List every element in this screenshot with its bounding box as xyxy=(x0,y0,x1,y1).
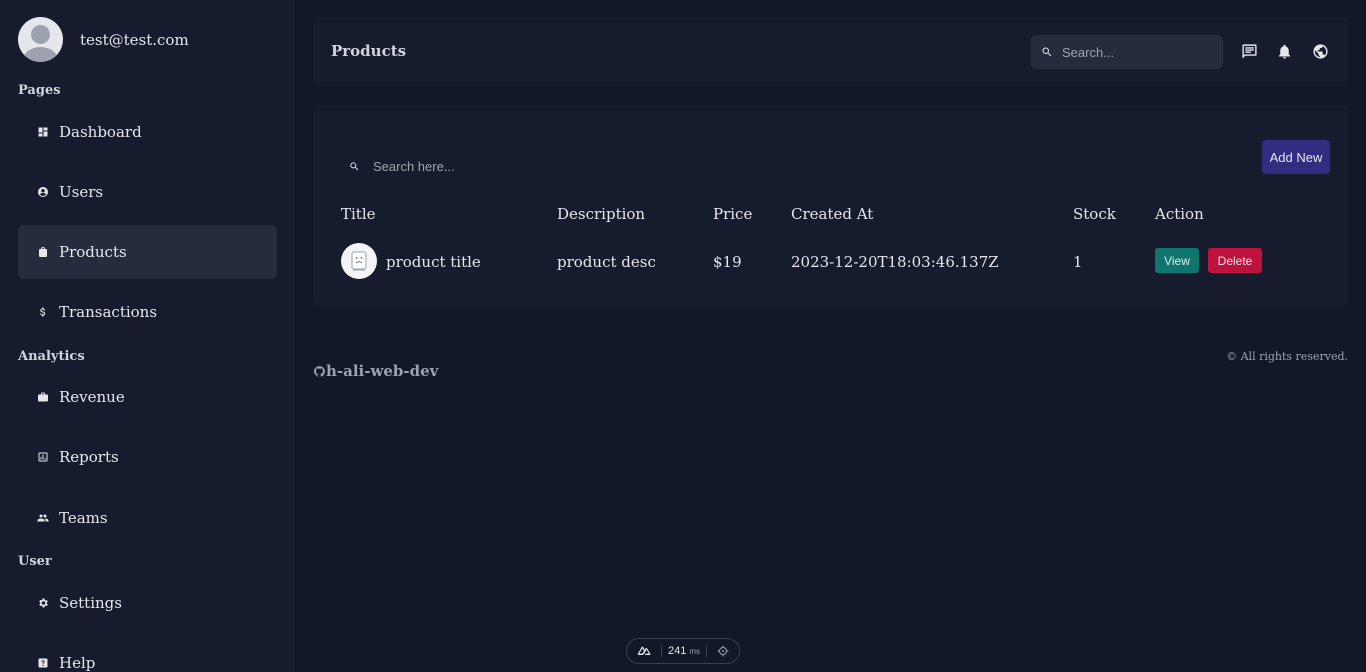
user-email: test@test.com xyxy=(80,30,189,49)
user-icon xyxy=(37,186,49,198)
sidebar-item-label: Dashboard xyxy=(59,123,142,141)
dev-toolbar[interactable]: 241 ms xyxy=(626,638,740,664)
products-card: Add New Title Description Price Created … xyxy=(313,105,1348,306)
view-button[interactable]: View xyxy=(1155,248,1199,273)
sidebar-item-label: Transactions xyxy=(59,303,158,321)
section-title-pages: Pages xyxy=(18,83,61,98)
product-title: product title xyxy=(386,253,481,271)
column-header-created-at: Created At xyxy=(791,205,874,223)
gear-icon xyxy=(37,597,49,609)
search-icon xyxy=(350,161,359,170)
sidebar-item-transactions[interactable]: Transactions xyxy=(18,285,277,339)
sidebar-item-label: Products xyxy=(59,243,127,261)
sidebar-item-label: Help xyxy=(59,654,96,672)
dashboard-icon xyxy=(37,126,49,138)
product-stock: 1 xyxy=(1073,253,1083,271)
sidebar-item-teams[interactable]: Teams xyxy=(18,491,277,545)
render-time: 241 ms xyxy=(662,639,706,663)
avatar xyxy=(18,17,63,62)
product-image xyxy=(341,243,377,279)
user-profile[interactable]: test@test.com xyxy=(18,17,189,62)
briefcase-icon xyxy=(37,391,49,403)
column-header-description: Description xyxy=(557,205,646,223)
add-new-button[interactable]: Add New xyxy=(1262,140,1330,174)
sidebar-item-label: Users xyxy=(59,183,104,201)
sidebar-item-label: Teams xyxy=(59,509,108,527)
group-icon xyxy=(37,512,49,524)
top-header: Products xyxy=(313,17,1348,86)
footer-brand-label: h-ali-web-dev xyxy=(326,362,439,380)
sidebar-item-label: Revenue xyxy=(59,388,125,406)
sidebar-item-label: Reports xyxy=(59,448,119,466)
chart-icon xyxy=(37,451,49,463)
inspect-icon[interactable] xyxy=(707,639,739,663)
shopping-bag-icon xyxy=(37,246,49,258)
nuxt-logo-icon[interactable] xyxy=(627,639,661,663)
globe-icon[interactable] xyxy=(1312,43,1329,60)
column-header-title: Title xyxy=(341,205,376,223)
sidebar-item-products[interactable]: Products xyxy=(18,225,277,279)
product-description: product desc xyxy=(557,253,656,271)
help-icon xyxy=(37,657,49,669)
sidebar-item-reports[interactable]: Reports xyxy=(18,430,277,484)
header-search[interactable] xyxy=(1031,35,1223,69)
render-time-value: 241 xyxy=(667,645,687,657)
column-header-action: Action xyxy=(1155,205,1204,223)
sidebar-item-dashboard[interactable]: Dashboard xyxy=(18,105,277,159)
footer-brand-link[interactable]: h-ali-web-dev xyxy=(313,362,438,380)
header-search-input[interactable] xyxy=(1062,44,1212,60)
render-time-unit: ms xyxy=(689,646,701,656)
chat-icon[interactable] xyxy=(1241,43,1258,60)
search-icon xyxy=(1042,47,1052,57)
delete-button[interactable]: Delete xyxy=(1208,248,1262,273)
section-title-analytics: Analytics xyxy=(18,349,85,364)
product-price: $19 xyxy=(713,253,742,271)
sidebar-item-help[interactable]: Help xyxy=(18,636,277,672)
github-icon xyxy=(314,365,325,377)
page-title: Products xyxy=(331,42,407,60)
column-header-stock: Stock xyxy=(1073,205,1116,223)
section-title-user: User xyxy=(18,554,52,569)
sidebar-item-settings[interactable]: Settings xyxy=(18,576,277,630)
product-created-at: 2023-12-20T18:03:46.137Z xyxy=(791,253,999,271)
sidebar: test@test.com Pages Dashboard Users Prod… xyxy=(0,0,295,672)
sidebar-item-users[interactable]: Users xyxy=(18,165,277,219)
bell-icon[interactable] xyxy=(1276,43,1293,60)
column-header-price: Price xyxy=(713,205,753,223)
table-search-input[interactable] xyxy=(373,158,573,174)
sidebar-item-label: Settings xyxy=(59,594,122,612)
footer-copyright: © All rights reserved. xyxy=(1226,350,1348,363)
sidebar-item-revenue[interactable]: Revenue xyxy=(18,370,277,424)
table-search[interactable] xyxy=(341,153,591,179)
dollar-icon xyxy=(37,306,49,318)
